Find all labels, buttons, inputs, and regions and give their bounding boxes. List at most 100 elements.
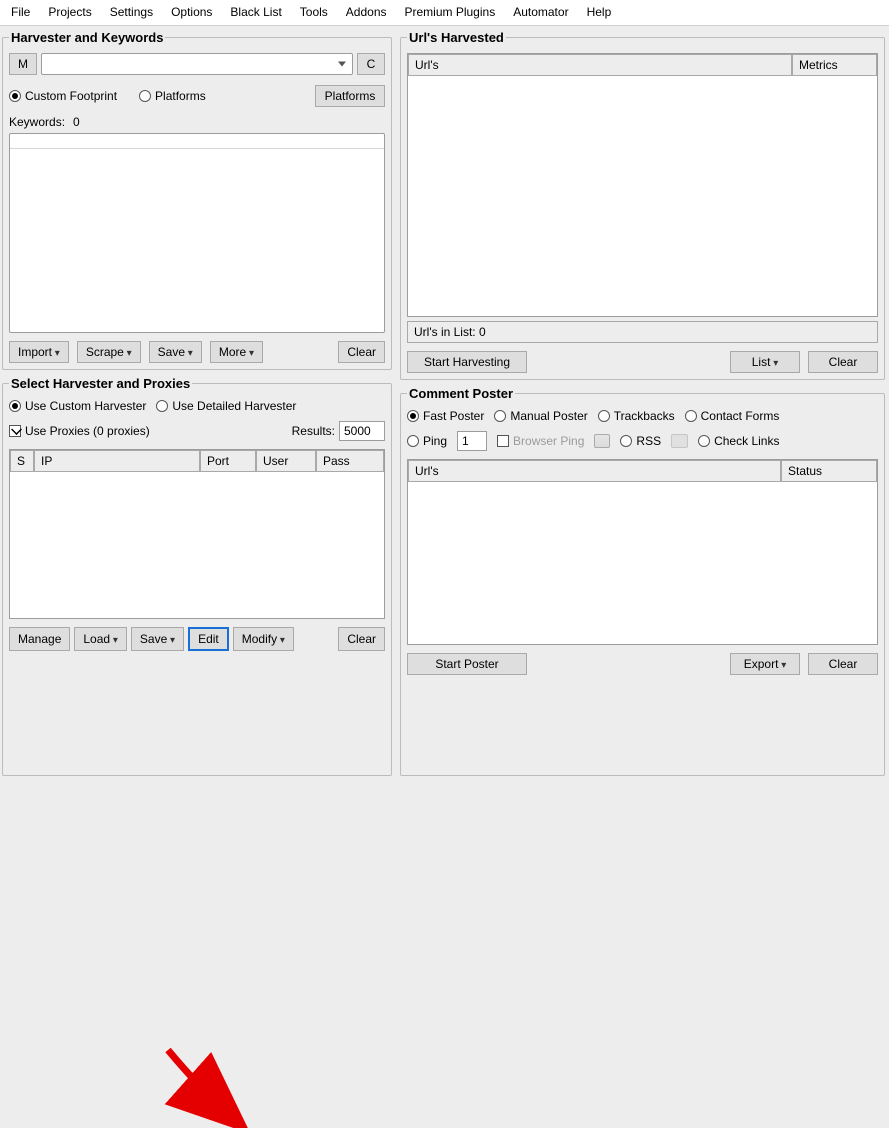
col-ip[interactable]: IP xyxy=(34,450,200,472)
checkbox-icon xyxy=(9,425,21,437)
menu-tools[interactable]: Tools xyxy=(291,3,337,21)
menu-blacklist[interactable]: Black List xyxy=(221,3,290,21)
radio-check-links[interactable]: Check Links xyxy=(698,434,779,448)
radio-label: Fast Poster xyxy=(423,409,484,423)
checkbox-icon xyxy=(497,435,509,447)
radio-dot-icon xyxy=(9,400,21,412)
panel-select-harvester-proxies: Select Harvester and Proxies Use Custom … xyxy=(2,376,392,776)
radio-label: Manual Poster xyxy=(510,409,587,423)
keywords-list[interactable] xyxy=(9,133,385,333)
col-poster-status[interactable]: Status xyxy=(781,460,877,482)
radio-fast-poster[interactable]: Fast Poster xyxy=(407,409,484,423)
radio-dot-icon xyxy=(139,90,151,102)
checkbox-label: Use Proxies (0 proxies) xyxy=(25,424,150,438)
radio-manual-poster[interactable]: Manual Poster xyxy=(494,409,587,423)
manage-button[interactable]: Manage xyxy=(9,627,70,651)
load-button[interactable]: Load xyxy=(74,627,127,651)
radio-dot-icon xyxy=(156,400,168,412)
footprint-combo[interactable] xyxy=(41,53,353,75)
radio-label: Trackbacks xyxy=(614,409,675,423)
radio-dot-icon xyxy=(698,435,710,447)
annotation-arrow-icon xyxy=(163,1048,253,1128)
radio-contact-forms[interactable]: Contact Forms xyxy=(685,409,780,423)
rss-icon[interactable] xyxy=(671,434,688,448)
scrape-button[interactable]: Scrape xyxy=(77,341,141,363)
radio-label: Use Custom Harvester xyxy=(25,399,146,413)
save-proxies-button[interactable]: Save xyxy=(131,627,184,651)
menu-premium-plugins[interactable]: Premium Plugins xyxy=(396,3,505,21)
menu-options[interactable]: Options xyxy=(162,3,221,21)
radio-platforms[interactable]: Platforms xyxy=(139,89,206,103)
radio-dot-icon xyxy=(9,90,21,102)
radio-dot-icon xyxy=(494,410,506,422)
checkbox-browser-ping: Browser Ping xyxy=(497,434,584,448)
menu-file[interactable]: File xyxy=(2,3,39,21)
radio-ping[interactable]: Ping xyxy=(407,434,447,448)
calendar-icon[interactable] xyxy=(594,434,610,448)
legend-comment-poster: Comment Poster xyxy=(407,386,515,401)
menu-help[interactable]: Help xyxy=(578,3,621,21)
save-button[interactable]: Save xyxy=(149,341,202,363)
menu-automator[interactable]: Automator xyxy=(504,3,577,21)
radio-trackbacks[interactable]: Trackbacks xyxy=(598,409,675,423)
keywords-label: Keywords: xyxy=(9,115,65,129)
radio-dot-icon xyxy=(685,410,697,422)
results-input[interactable] xyxy=(339,421,385,441)
clear-proxies-button[interactable]: Clear xyxy=(338,627,385,651)
radio-use-custom-harvester[interactable]: Use Custom Harvester xyxy=(9,399,146,413)
ping-input[interactable] xyxy=(457,431,487,451)
col-poster-urls[interactable]: Url's xyxy=(408,460,781,482)
more-button[interactable]: More xyxy=(210,341,263,363)
col-metrics[interactable]: Metrics xyxy=(792,54,877,76)
radio-label: Custom Footprint xyxy=(25,89,117,103)
legend-select-harvester: Select Harvester and Proxies xyxy=(9,376,192,391)
radio-label: Check Links xyxy=(714,434,779,448)
panel-comment-poster: Comment Poster Fast Poster Manual Poster… xyxy=(400,386,885,776)
radio-dot-icon xyxy=(407,410,419,422)
col-pass[interactable]: Pass xyxy=(316,450,384,472)
radio-label: Ping xyxy=(423,434,447,448)
panel-urls-harvested: Url's Harvested Url's Metrics Url's in L… xyxy=(400,30,885,380)
c-button[interactable]: C xyxy=(357,53,385,75)
export-button[interactable]: Export xyxy=(730,653,800,675)
edit-button[interactable]: Edit xyxy=(188,627,229,651)
start-harvesting-button[interactable]: Start Harvesting xyxy=(407,351,527,373)
col-s[interactable]: S xyxy=(10,450,34,472)
proxy-table: S IP Port User Pass xyxy=(9,449,385,619)
platforms-button[interactable]: Platforms xyxy=(315,85,385,107)
radio-label: RSS xyxy=(636,434,661,448)
poster-table-body[interactable] xyxy=(408,482,877,644)
start-poster-button[interactable]: Start Poster xyxy=(407,653,527,675)
results-label: Results: xyxy=(292,424,335,438)
radio-use-detailed-harvester[interactable]: Use Detailed Harvester xyxy=(156,399,296,413)
modify-button[interactable]: Modify xyxy=(233,627,294,651)
list-button[interactable]: List xyxy=(730,351,800,373)
col-urls[interactable]: Url's xyxy=(408,54,792,76)
radio-custom-footprint[interactable]: Custom Footprint xyxy=(9,89,117,103)
clear-poster-button[interactable]: Clear xyxy=(808,653,878,675)
panel-harvester-keywords: Harvester and Keywords M C Custom Footpr… xyxy=(2,30,392,370)
keywords-count: 0 xyxy=(73,115,80,129)
col-user[interactable]: User xyxy=(256,450,316,472)
radio-rss[interactable]: RSS xyxy=(620,434,661,448)
clear-keywords-button[interactable]: Clear xyxy=(338,341,385,363)
proxy-table-body[interactable] xyxy=(10,472,384,618)
m-button[interactable]: M xyxy=(9,53,37,75)
radio-label: Use Detailed Harvester xyxy=(172,399,296,413)
divider xyxy=(10,148,384,149)
clear-urls-button[interactable]: Clear xyxy=(808,351,878,373)
radio-label: Contact Forms xyxy=(701,409,780,423)
menu-settings[interactable]: Settings xyxy=(101,3,162,21)
urls-table-body[interactable] xyxy=(408,76,877,316)
radio-label: Platforms xyxy=(155,89,206,103)
menubar: File Projects Settings Options Black Lis… xyxy=(0,0,889,26)
legend-harvester: Harvester and Keywords xyxy=(9,30,165,45)
urls-in-list-status: Url's in List: 0 xyxy=(407,321,878,343)
radio-dot-icon xyxy=(598,410,610,422)
radio-dot-icon xyxy=(620,435,632,447)
col-port[interactable]: Port xyxy=(200,450,256,472)
checkbox-use-proxies[interactable]: Use Proxies (0 proxies) xyxy=(9,424,150,438)
menu-projects[interactable]: Projects xyxy=(39,3,100,21)
menu-addons[interactable]: Addons xyxy=(337,3,396,21)
import-button[interactable]: Import xyxy=(9,341,69,363)
